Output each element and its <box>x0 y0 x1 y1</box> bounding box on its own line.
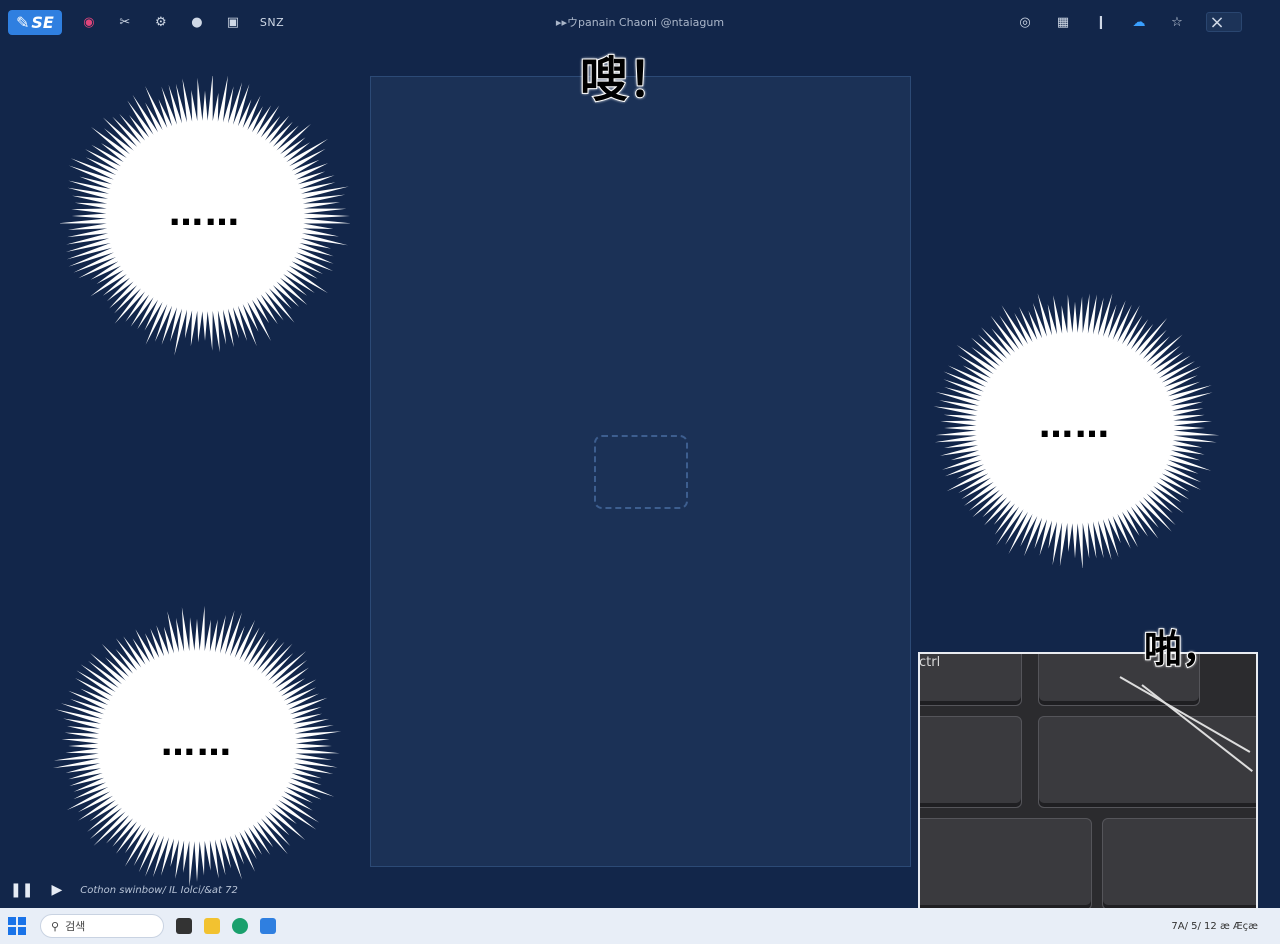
close-icon[interactable]: × <box>1208 12 1226 33</box>
key-c <box>920 716 1022 808</box>
burst-balloon-right: …… <box>930 288 1220 568</box>
settings-icon[interactable]: ⚙ <box>152 13 170 31</box>
pin-icon[interactable]: ❙ <box>1092 13 1110 31</box>
burst-balloon-top-left: …… <box>60 76 350 356</box>
taskbar-apps <box>176 918 276 934</box>
top-toolbar: ✎ SE ◉ ✂ ⚙ ● ▣ SNZ ▸▸ウpanain Chaoni @nta… <box>0 0 1280 44</box>
tray-text: 7A/ 5/ 12 æ Æçæ <box>1171 920 1258 932</box>
key-label: ctrl <box>919 655 941 670</box>
toolbar-left: ✎ SE ◉ ✂ ⚙ ● ▣ SNZ <box>8 9 284 35</box>
grid-icon[interactable]: ▦ <box>1054 13 1072 31</box>
search-placeholder: 검색 <box>65 920 86 933</box>
taskbar-search-input[interactable]: ⚲ 검색 <box>40 914 164 938</box>
play-button[interactable]: ▶ <box>51 882 62 898</box>
star-icon[interactable]: ☆ <box>1168 13 1186 31</box>
key-d <box>1038 716 1256 808</box>
app-badge-label: SE <box>31 12 54 32</box>
playback-info-text: Cothon swinbow/ IL Iolci/&at 72 <box>80 884 238 896</box>
windows-start-icon[interactable] <box>8 917 26 935</box>
sfx-top-text: 嗖！ <box>579 51 677 109</box>
toolbar-text-item[interactable]: SNZ <box>260 16 284 29</box>
pause-button[interactable]: ❚❚ <box>10 882 33 898</box>
browser-icon[interactable] <box>232 918 248 934</box>
app-badge-button[interactable]: ✎ SE <box>8 9 62 35</box>
burst-text: …… <box>169 194 241 234</box>
key-e <box>920 818 1092 910</box>
key-a: ctrl <box>919 654 1022 706</box>
burst-balloon-bottom-left: …… <box>52 606 342 886</box>
store-icon[interactable] <box>260 918 276 934</box>
app-icon[interactable] <box>176 918 192 934</box>
playback-bar: ❚❚ ▶ Cothon swinbow/ IL Iolci/&at 72 <box>0 874 916 906</box>
cloud-icon[interactable]: ☁ <box>1130 13 1148 31</box>
sfx-inset-text: 啪， <box>1143 626 1221 672</box>
camera-icon[interactable]: ◉ <box>80 13 98 31</box>
search-icon: ⚲ <box>51 919 60 933</box>
artwork-placeholder <box>370 76 911 867</box>
record-icon[interactable]: ▣ <box>224 13 242 31</box>
folder-icon[interactable] <box>204 918 220 934</box>
scissors-icon[interactable]: ✂ <box>116 13 134 31</box>
image-placeholder-icon <box>593 434 688 509</box>
taskbar: ⚲ 검색 7A/ 5/ 12 æ Æçæ <box>0 908 1280 944</box>
key-f <box>1102 818 1256 910</box>
pen-icon: ✎ <box>16 12 30 32</box>
system-tray: 7A/ 5/ 12 æ Æçæ <box>1171 908 1258 944</box>
burst-text: …… <box>161 724 233 764</box>
keyboard-inset: ctrl <box>918 652 1258 922</box>
burst-text: …… <box>1039 406 1111 446</box>
target-icon[interactable]: ◎ <box>1016 13 1034 31</box>
wifi-icon[interactable]: ● <box>188 13 206 31</box>
